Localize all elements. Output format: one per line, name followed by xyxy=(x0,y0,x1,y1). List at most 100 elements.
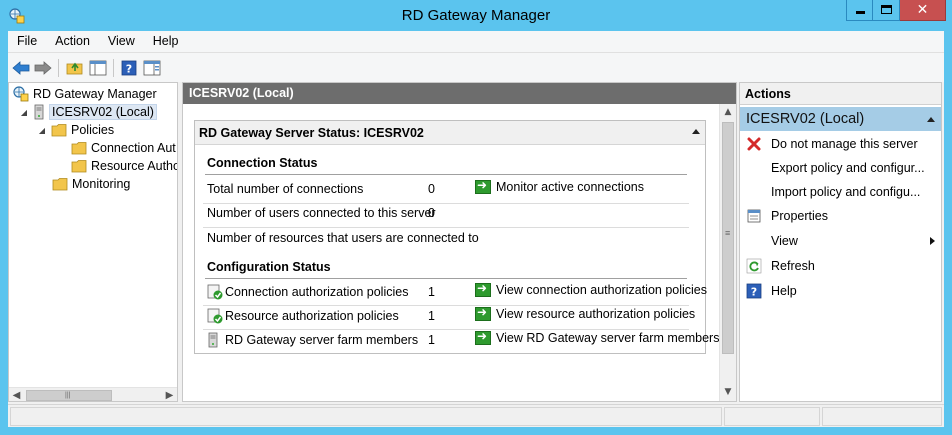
row-value: 0 xyxy=(428,182,435,196)
action-export-policy[interactable]: Export policy and configur... xyxy=(740,158,941,178)
svg-text:?: ? xyxy=(751,286,757,299)
view-resource-authorization-policies-link[interactable]: View resource authorization policies xyxy=(475,305,695,321)
title-bar[interactable]: RD Gateway Manager ✕ xyxy=(0,0,952,31)
action-help[interactable]: ? Help xyxy=(740,281,941,301)
tree-item-monitoring[interactable]: Monitoring xyxy=(52,175,130,193)
center-pane-title: ICESRV02 (Local) xyxy=(183,83,736,104)
green-arrow-icon xyxy=(475,305,491,321)
server-status-title[interactable]: RD Gateway Server Status: ICESRV02 xyxy=(195,121,705,145)
status-bar-panel xyxy=(10,407,722,426)
row-label: Connection authorization policies xyxy=(225,285,409,299)
show-hide-console-tree-button[interactable] xyxy=(88,58,108,78)
server-icon xyxy=(207,332,221,348)
scroll-up-icon[interactable]: ▲ xyxy=(720,104,736,121)
config-row: RD Gateway server farm members 1 View RD… xyxy=(207,329,719,352)
back-button[interactable] xyxy=(11,58,31,78)
action-label: Export policy and configur... xyxy=(771,161,925,175)
row-value: 1 xyxy=(428,333,435,347)
menu-bar: File Action View Help xyxy=(8,31,944,52)
tree-item-server[interactable]: ◢ ICESRV02 (Local) xyxy=(19,103,157,121)
menu-action[interactable]: Action xyxy=(45,31,98,52)
row-label: Resource authorization policies xyxy=(225,309,399,323)
tree-label: ICESRV02 (Local) xyxy=(49,104,157,120)
scroll-thumb[interactable]: ||| xyxy=(26,390,112,401)
green-arrow-icon xyxy=(475,329,491,345)
folder-icon xyxy=(71,160,87,173)
maximize-icon xyxy=(881,5,892,14)
status-bar-panel xyxy=(724,407,820,426)
action-label: Properties xyxy=(771,209,828,223)
action-do-not-manage-server[interactable]: Do not manage this server xyxy=(740,134,941,154)
window-controls: ✕ xyxy=(846,0,946,22)
action-label: View connection authorization policies xyxy=(496,283,708,297)
tree-label: Connection Aut xyxy=(91,141,176,155)
scroll-down-icon[interactable]: ▼ xyxy=(720,384,736,401)
close-icon: ✕ xyxy=(916,2,929,18)
collapse-section-icon[interactable] xyxy=(927,117,935,122)
folder-icon xyxy=(51,124,67,137)
scroll-right-icon[interactable]: ▶ xyxy=(162,388,177,401)
folder-icon xyxy=(71,142,87,155)
monitor-active-connections-link[interactable]: Monitor active connections xyxy=(475,178,644,194)
action-properties[interactable]: Properties xyxy=(740,206,941,226)
action-view[interactable]: View xyxy=(740,231,941,251)
action-label: Monitor active connections xyxy=(496,180,644,194)
view-connection-authorization-policies-link[interactable]: View connection authorization policies xyxy=(475,281,708,297)
row-label: Number of users connected to this server xyxy=(207,206,436,220)
action-label: View xyxy=(771,234,798,248)
toolbar-separator xyxy=(58,59,59,77)
back-icon xyxy=(12,61,30,75)
menu-view[interactable]: View xyxy=(98,31,143,52)
tree-item-connection-authorization[interactable]: Connection Aut xyxy=(71,139,176,157)
tree-item-policies[interactable]: ◢ Policies xyxy=(37,121,114,139)
folder-icon xyxy=(52,178,68,191)
policy-ok-icon xyxy=(207,284,223,300)
minimize-button[interactable] xyxy=(846,0,873,21)
tree-label: Monitoring xyxy=(72,177,131,191)
action-label: Refresh xyxy=(771,259,815,273)
action-import-policy[interactable]: Import policy and configu... xyxy=(740,182,941,202)
collapse-arrow-icon[interactable]: ◢ xyxy=(37,126,47,135)
config-row: Resource authorization policies 1 View r… xyxy=(207,305,697,328)
show-hide-action-pane-button[interactable] xyxy=(142,58,162,78)
server-status-panel: RD Gateway Server Status: ICESRV02 Conne… xyxy=(194,120,719,354)
menu-file[interactable]: File xyxy=(8,31,45,52)
horizontal-scrollbar[interactable]: ◀ ||| ▶ xyxy=(9,387,177,401)
maximize-button[interactable] xyxy=(873,0,900,21)
close-button[interactable]: ✕ xyxy=(900,0,946,21)
menu-help[interactable]: Help xyxy=(143,31,187,52)
actions-section-header[interactable]: ICESRV02 (Local) xyxy=(740,107,941,131)
center-pane: ICESRV02 (Local) RD Gateway Server Statu… xyxy=(182,82,737,402)
collapse-panel-icon[interactable] xyxy=(692,129,700,134)
tree-label: Policies xyxy=(71,123,115,137)
row-value: 1 xyxy=(428,309,435,323)
help-icon: ? xyxy=(121,60,137,76)
help-icon: ? xyxy=(746,283,762,299)
help-button[interactable]: ? xyxy=(119,58,139,78)
status-bar xyxy=(8,404,944,427)
view-rd-gateway-server-farm-members-link[interactable]: View RD Gateway server farm members xyxy=(475,329,719,345)
submenu-arrow-icon xyxy=(930,237,935,245)
connection-status-heading: Connection Status xyxy=(207,156,318,170)
collapse-arrow-icon[interactable]: ◢ xyxy=(19,108,29,117)
tree-label: Resource Autho xyxy=(91,159,178,173)
forward-button[interactable] xyxy=(33,58,53,78)
up-folder-icon xyxy=(66,62,83,75)
row-value: 1 xyxy=(428,285,435,299)
configuration-status-heading: Configuration Status xyxy=(207,260,331,274)
actions-section-title: ICESRV02 (Local) xyxy=(746,111,865,127)
toolbar: ? xyxy=(8,52,944,82)
scroll-left-icon[interactable]: ◀ xyxy=(9,388,24,401)
green-arrow-icon xyxy=(475,281,491,297)
tree-item-rd-gateway-manager[interactable]: RD Gateway Manager xyxy=(13,85,157,103)
up-folder-button[interactable] xyxy=(65,58,85,78)
actions-pane-title: Actions xyxy=(740,83,941,105)
row-label: RD Gateway server farm members xyxy=(225,333,419,347)
console-tree: RD Gateway Manager ◢ ICESRV02 (Local) ◢ … xyxy=(8,82,178,402)
tree-item-resource-authorization[interactable]: Resource Autho xyxy=(71,157,178,175)
scroll-thumb[interactable]: ≡ xyxy=(722,122,734,354)
app-window: RD Gateway Manager ✕ File Action View He… xyxy=(0,0,952,435)
action-refresh[interactable]: Refresh xyxy=(740,256,941,276)
vertical-scrollbar[interactable]: ▲ ≡ ▼ xyxy=(719,104,736,401)
refresh-icon xyxy=(746,258,762,274)
